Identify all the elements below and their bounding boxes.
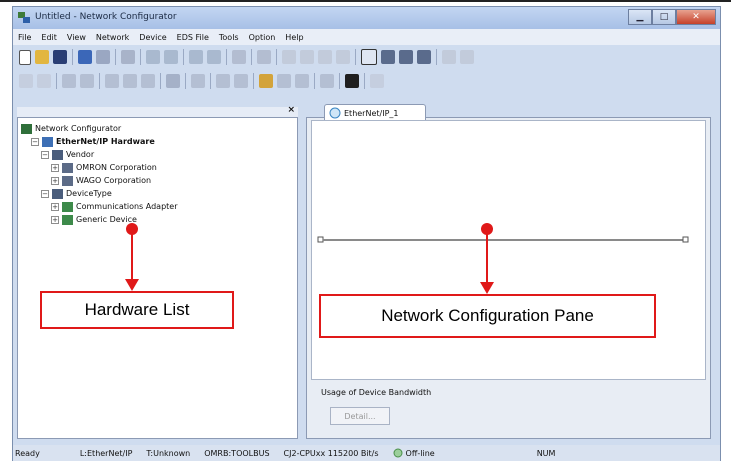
network-configuration-pane-callout: Network Configuration Pane (319, 294, 656, 338)
hardware-list-callout: Hardware List (40, 291, 234, 329)
hardware-list-arrow (125, 223, 139, 291)
network-pane-arrow (480, 223, 494, 294)
callout-arrows (125, 223, 494, 294)
